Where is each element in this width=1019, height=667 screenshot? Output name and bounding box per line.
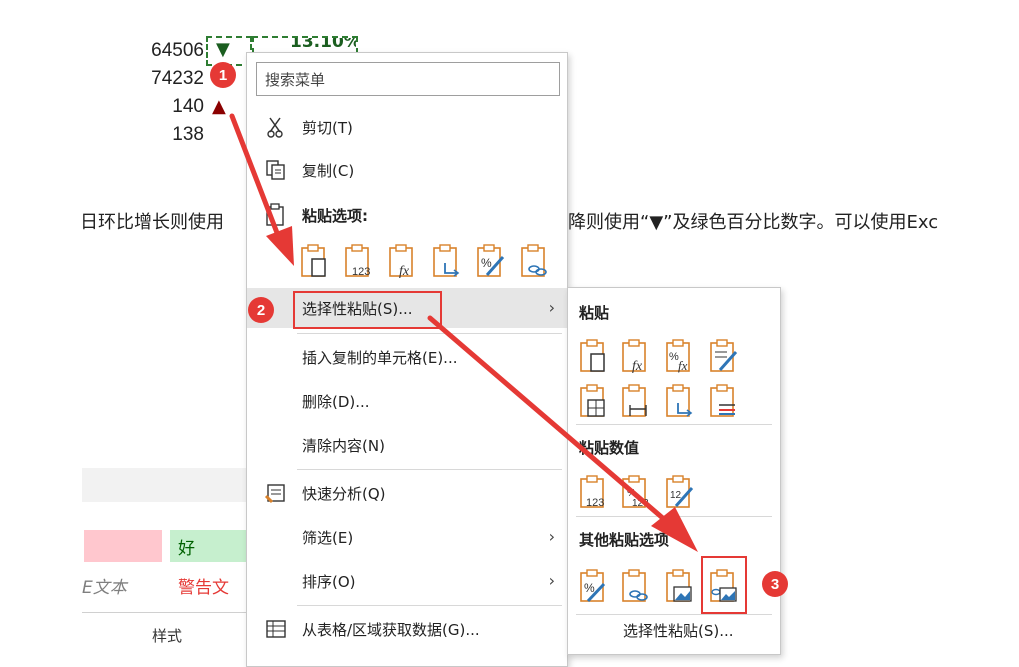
step-badge-1: 1 — [210, 62, 236, 88]
step-badge-3: 3 — [762, 571, 788, 597]
annotation-arrows — [229, 113, 698, 552]
step-badge-2: 2 — [248, 297, 274, 323]
